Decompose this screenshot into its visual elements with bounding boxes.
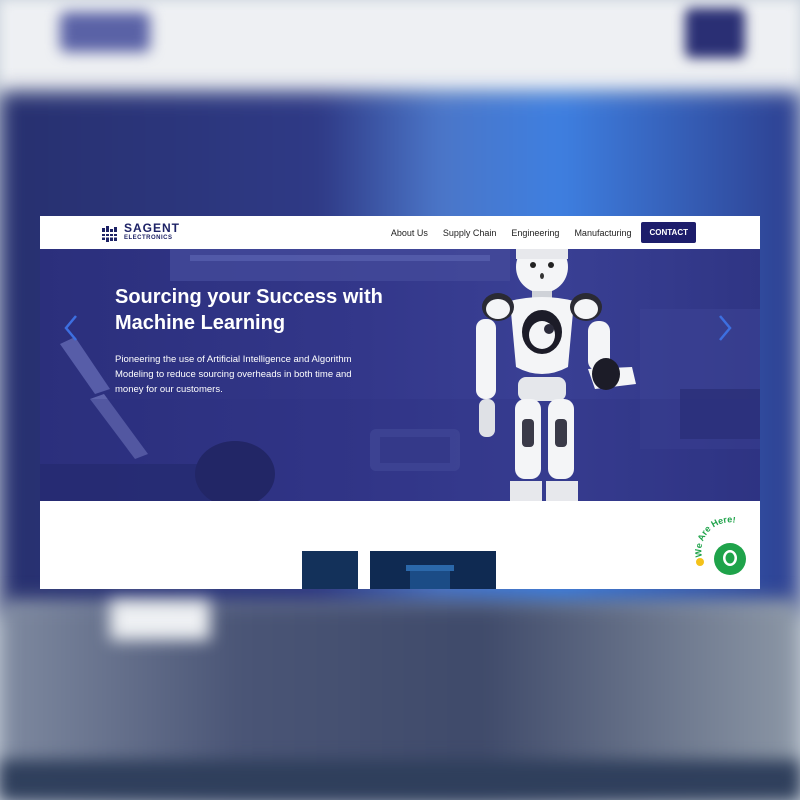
logo-mark-icon <box>101 225 118 242</box>
backdrop-footer-blur <box>0 760 800 800</box>
chat-widget[interactable]: We Are Here! <box>692 517 764 581</box>
chevron-right-icon[interactable] <box>716 313 734 343</box>
website-frame: SAGENT ELECTRONICS About Us Supply Chain… <box>40 216 760 589</box>
chevron-left-icon[interactable] <box>62 313 80 343</box>
backdrop-logo-blur <box>60 12 150 52</box>
hero-title: Sourcing your Success with Machine Learn… <box>115 286 383 334</box>
content-section <box>40 501 760 589</box>
main-menu: About Us Supply Chain Engineering Manufa… <box>376 222 696 243</box>
top-navigation: SAGENT ELECTRONICS About Us Supply Chain… <box>40 216 760 249</box>
backdrop-panel-blur <box>110 600 210 640</box>
hero-slider: Sourcing your Success with Machine Learn… <box>40 249 760 501</box>
logo-name: SAGENT <box>124 221 181 235</box>
nav-item-manufacturing[interactable]: Manufacturing <box>574 228 631 238</box>
nav-item-supply-chain[interactable]: Supply Chain <box>443 228 497 238</box>
brand-logo[interactable]: SAGENT ELECTRONICS <box>100 222 180 245</box>
wave-hand-icon <box>696 558 704 566</box>
logo-tagline-line <box>124 242 180 245</box>
feature-image-2-graphic <box>406 565 454 589</box>
feature-image-1[interactable] <box>302 551 358 589</box>
hero-description: Pioneering the use of Artificial Intelli… <box>115 354 352 395</box>
nav-item-about-us[interactable]: About Us <box>391 228 428 238</box>
nav-item-engineering[interactable]: Engineering <box>511 228 559 238</box>
feature-image-2[interactable] <box>370 551 496 589</box>
backdrop-button-blur <box>685 8 745 58</box>
logo-subtitle: ELECTRONICS <box>124 235 173 241</box>
contact-button[interactable]: CONTACT <box>641 222 696 243</box>
